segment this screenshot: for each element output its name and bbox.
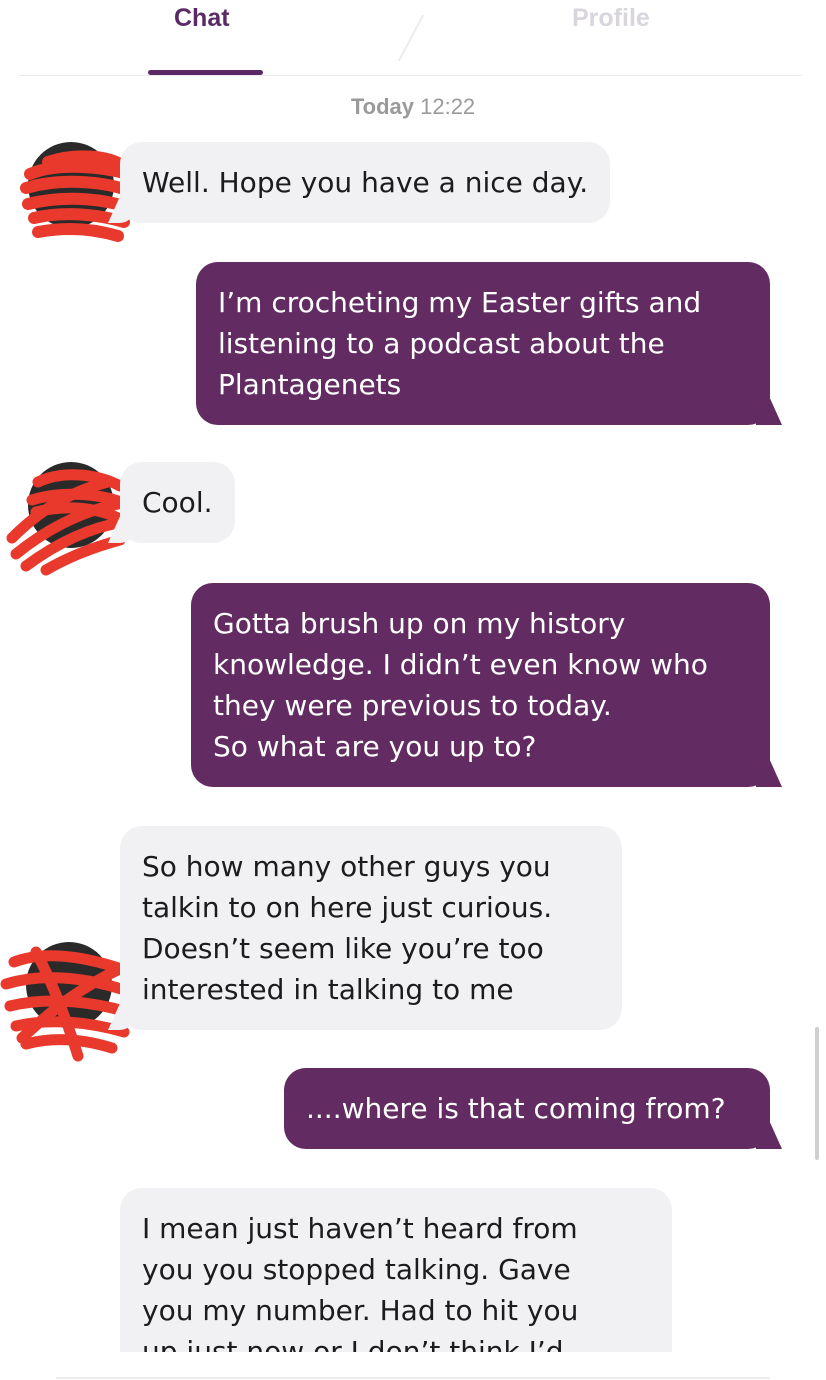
sender-avatar[interactable]	[6, 462, 132, 576]
date-stamp-time: 12:22	[420, 94, 476, 119]
date-stamp-day: Today	[350, 94, 414, 119]
tab-chat[interactable]: Chat	[174, 4, 230, 33]
message-incoming: Well. Hope you have a nice day.	[120, 142, 611, 223]
tab-profile[interactable]: Profile	[572, 4, 650, 33]
divider	[18, 75, 802, 76]
message-incoming: Cool.	[120, 462, 235, 543]
message-incoming: So how many other guys you talkin to on …	[120, 826, 622, 1030]
message-outgoing: I’m crocheting my Easter gifts and liste…	[196, 262, 770, 425]
date-stamp: Today 12:22	[0, 94, 826, 120]
message-outgoing: ....where is that coming from?	[284, 1068, 770, 1149]
sender-avatar[interactable]	[20, 142, 138, 242]
message-outgoing: Gotta brush up on my history knowledge. …	[191, 583, 770, 787]
viewport-edge	[0, 1352, 826, 1380]
tab-divider	[397, 14, 425, 62]
divider	[56, 1377, 770, 1379]
scrollbar[interactable]	[815, 1027, 819, 1160]
tab-bar: Chat Profile	[0, 0, 826, 76]
sender-avatar[interactable]	[0, 942, 142, 1062]
